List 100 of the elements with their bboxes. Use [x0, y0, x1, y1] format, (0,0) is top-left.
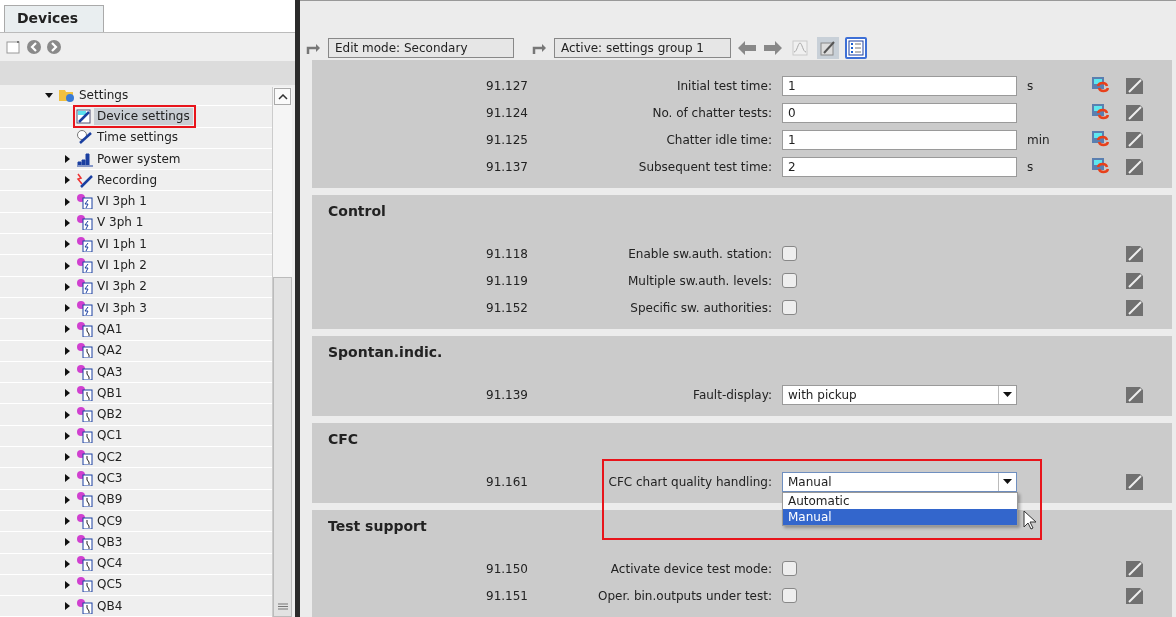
- edit-pen-icon[interactable]: [1125, 472, 1144, 491]
- tree-item[interactable]: VI 1ph 2: [94, 257, 150, 274]
- tree-item[interactable]: QB3: [94, 533, 126, 551]
- back-icon[interactable]: [26, 39, 42, 55]
- input-field[interactable]: 0: [782, 102, 1017, 123]
- checkbox[interactable]: [782, 588, 797, 603]
- checkbox[interactable]: [782, 273, 797, 288]
- mouse-pointer-icon: [1023, 510, 1037, 530]
- collapsed-arrow-icon[interactable]: [63, 517, 71, 526]
- tree-item[interactable]: QA3: [94, 363, 126, 381]
- collapsed-arrow-icon[interactable]: [63, 580, 71, 589]
- dropdown[interactable]: with pickup: [782, 384, 1017, 405]
- switch-block-icon: [76, 470, 94, 487]
- collapsed-arrow-icon[interactable]: [63, 431, 71, 440]
- collapsed-arrow-icon[interactable]: [63, 282, 71, 291]
- edit-mode-field[interactable]: Edit mode: Secondary: [328, 37, 514, 58]
- collapsed-arrow-icon[interactable]: [63, 368, 71, 376]
- tree-item[interactable]: Recording: [94, 171, 161, 189]
- checkbox[interactable]: [782, 300, 797, 315]
- edit-pen-icon[interactable]: [1125, 157, 1144, 176]
- tree-item[interactable]: QB4: [94, 597, 126, 615]
- dropdown[interactable]: Manual: [782, 471, 1017, 492]
- tree-item[interactable]: Time settings: [94, 129, 182, 147]
- collapsed-arrow-icon[interactable]: [63, 304, 71, 313]
- edit-pen-icon[interactable]: [1125, 103, 1144, 122]
- tree-item[interactable]: QB9: [94, 491, 126, 509]
- sync-icon[interactable]: [1091, 157, 1109, 176]
- tree-item[interactable]: Power system: [94, 150, 184, 168]
- tree-item[interactable]: QC9: [94, 512, 126, 530]
- expanded-arrow-icon[interactable]: [45, 91, 53, 100]
- edit-pen-icon[interactable]: [1125, 586, 1144, 605]
- input-field[interactable]: 1: [782, 75, 1017, 96]
- parameter-label: Multiple sw.auth. levels:: [627, 272, 773, 290]
- tree-item[interactable]: QB1: [94, 384, 126, 402]
- tree-item[interactable]: QC2: [94, 448, 126, 466]
- tree-item[interactable]: QC5: [94, 576, 126, 594]
- active-group-field[interactable]: Active: settings group 1: [554, 37, 731, 58]
- checkbox[interactable]: [782, 246, 797, 261]
- collapsed-arrow-icon[interactable]: [63, 240, 71, 249]
- function-block-icon: [76, 214, 94, 232]
- collapsed-arrow-icon[interactable]: [63, 325, 71, 334]
- collapsed-arrow-icon[interactable]: [63, 453, 71, 462]
- tree-item[interactable]: QC1: [94, 427, 126, 445]
- tree-item[interactable]: VI 3ph 1: [94, 193, 150, 211]
- devices-tab[interactable]: Devices: [4, 5, 104, 32]
- tree-item[interactable]: V 3ph 1: [94, 214, 147, 232]
- dropdown-option[interactable]: Automatic: [783, 493, 1017, 509]
- input-field[interactable]: 1: [782, 129, 1017, 150]
- scroll-up-icon[interactable]: [277, 93, 288, 100]
- left-arrow-icon[interactable]: [737, 39, 757, 56]
- collapsed-arrow-icon[interactable]: [63, 261, 71, 270]
- collapsed-arrow-icon[interactable]: [63, 197, 71, 206]
- tree-item[interactable]: VI 3ph 3: [94, 299, 150, 317]
- forward-icon[interactable]: [46, 39, 62, 55]
- dropdown-arrow-icon[interactable]: [1003, 479, 1012, 484]
- tree-item[interactable]: Settings: [76, 86, 132, 104]
- switch-block-icon: [76, 448, 94, 466]
- collapsed-arrow-icon[interactable]: [63, 474, 71, 483]
- collapsed-arrow-icon[interactable]: [63, 218, 71, 227]
- collapsed-arrow-icon[interactable]: [63, 155, 71, 164]
- parameter-label: Fault-display:: [692, 386, 773, 404]
- edit-pen-icon[interactable]: [1125, 385, 1144, 404]
- edit-page-icon[interactable]: [820, 39, 836, 56]
- edit-pen-icon[interactable]: [1125, 76, 1144, 95]
- collapsed-arrow-icon[interactable]: [63, 559, 71, 568]
- collapsed-arrow-icon[interactable]: [63, 346, 71, 355]
- collapsed-arrow-icon[interactable]: [63, 176, 71, 185]
- tree-item[interactable]: QB2: [94, 406, 126, 424]
- sync-icon[interactable]: [1091, 130, 1109, 149]
- edit-pen-icon[interactable]: [1125, 271, 1144, 290]
- collapsed-arrow-icon[interactable]: [63, 538, 71, 547]
- edit-pen-icon[interactable]: [1125, 298, 1144, 317]
- tree-item[interactable]: QA1: [94, 320, 126, 338]
- collapsed-arrow-icon[interactable]: [63, 389, 71, 398]
- tree-item[interactable]: QC3: [94, 470, 126, 487]
- tree-item[interactable]: Device settings: [94, 107, 193, 125]
- dropdown-option[interactable]: Manual: [783, 509, 1017, 525]
- collapsed-arrow-icon[interactable]: [63, 410, 71, 419]
- switch-block-icon: [76, 597, 94, 615]
- recording-pen-icon: [76, 171, 94, 189]
- collapsed-arrow-icon[interactable]: [63, 602, 71, 611]
- parameter-label: Chatter idle time:: [665, 131, 773, 149]
- scrollbar[interactable]: [272, 87, 292, 617]
- sync-icon[interactable]: [1091, 76, 1109, 95]
- tree-item[interactable]: VI 1ph 1: [94, 235, 150, 253]
- edit-pen-icon[interactable]: [1125, 244, 1144, 263]
- sync-icon[interactable]: [1091, 103, 1109, 122]
- right-arrow-icon[interactable]: [763, 39, 783, 56]
- edit-pen-icon[interactable]: [1125, 559, 1144, 578]
- tree-item[interactable]: QA2: [94, 342, 126, 360]
- dropdown-arrow-icon[interactable]: [1003, 392, 1012, 397]
- tree-item[interactable]: QC4: [94, 555, 126, 573]
- parameter-number: 91.127: [485, 77, 528, 95]
- edit-pen-icon[interactable]: [1125, 130, 1144, 149]
- checkbox[interactable]: [782, 561, 797, 576]
- tree-item[interactable]: VI 3ph 2: [94, 278, 150, 296]
- collapsed-arrow-icon[interactable]: [63, 495, 71, 504]
- parameter-number: 91.124: [485, 104, 528, 122]
- list-view-icon[interactable]: [848, 39, 864, 56]
- input-field[interactable]: 2: [782, 156, 1017, 177]
